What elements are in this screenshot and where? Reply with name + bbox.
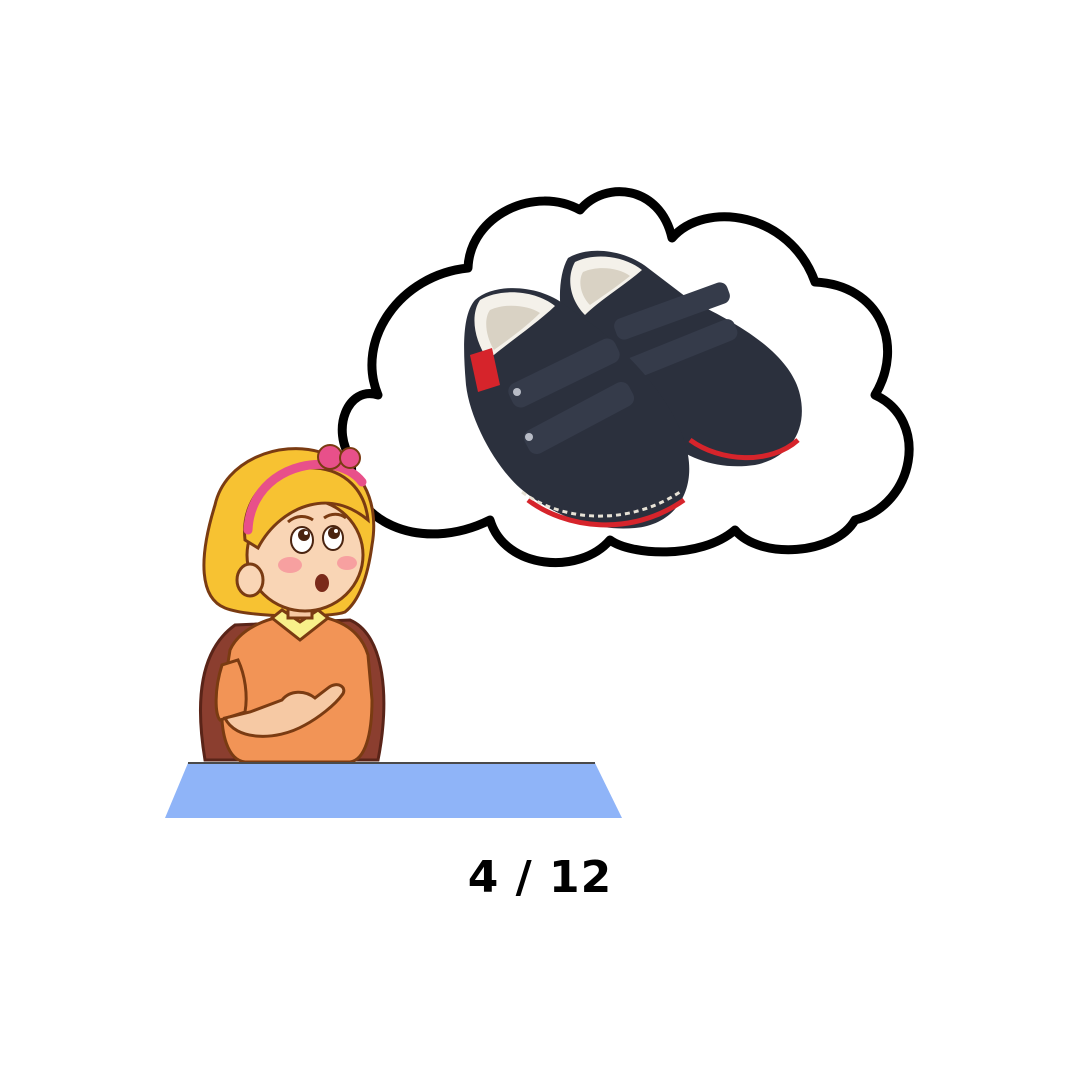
scene <box>165 187 914 818</box>
desk <box>165 762 622 818</box>
slide-counter: 4 / 12 <box>467 852 613 903</box>
girl-thinking <box>202 444 376 764</box>
